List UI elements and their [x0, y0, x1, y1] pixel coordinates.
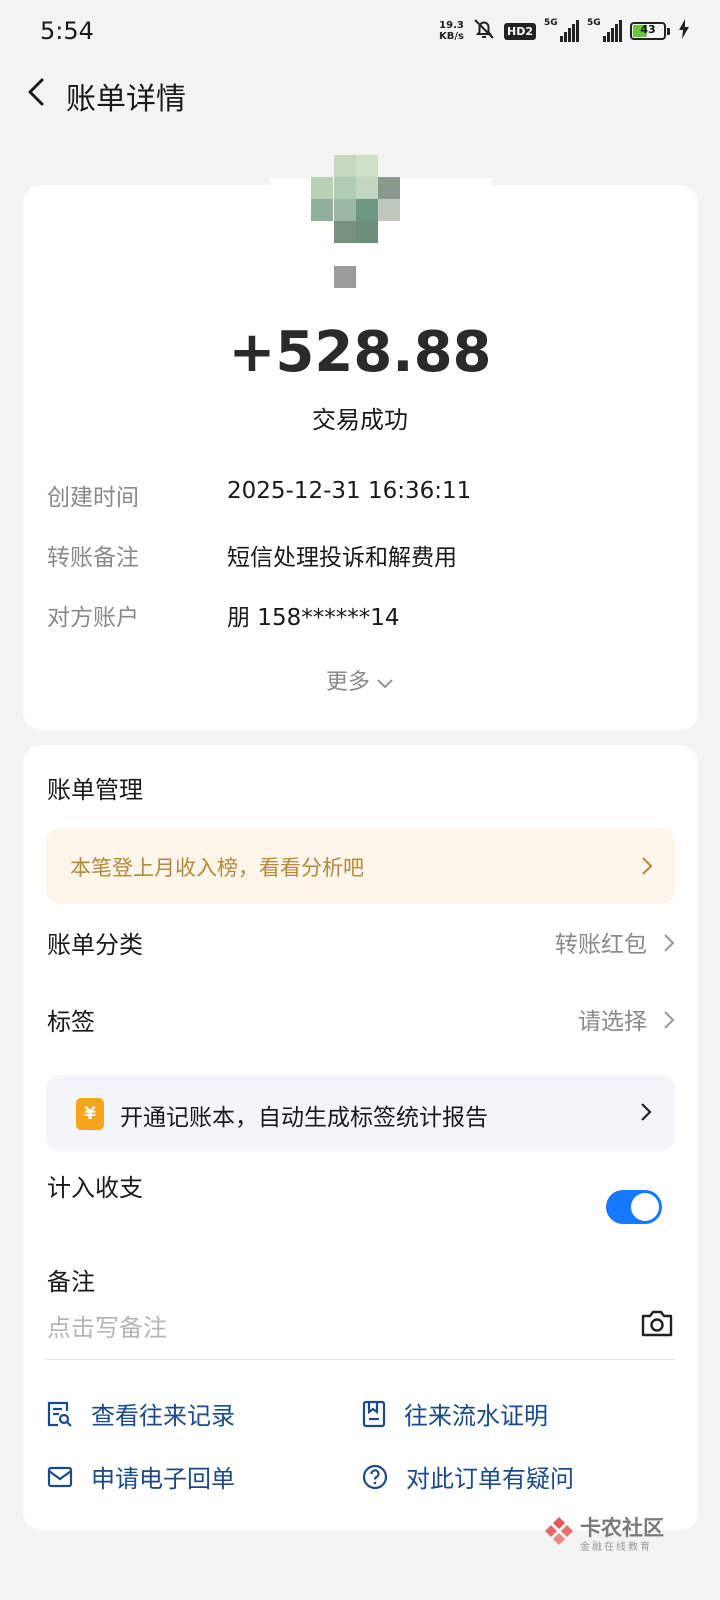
row-label: 标签: [47, 1008, 95, 1036]
records-search-icon: [47, 1401, 72, 1427]
kanong-logo-icon: [545, 1517, 573, 1545]
detail-value: 朋 158******14: [227, 605, 400, 631]
status-bar: 5:54 19.3 KB/s HD2 5G 5G 43: [0, 0, 720, 64]
income-ranking-banner[interactable]: 本笔登上月收入榜，看看分析吧: [46, 828, 675, 904]
more-button[interactable]: 更多: [0, 664, 720, 696]
detail-value: 短信处理投诉和解费用: [227, 545, 457, 571]
divider: [46, 1359, 675, 1360]
status-icons: 19.3 KB/s HD2 5G 5G 43: [439, 18, 690, 44]
detail-label: 对方账户: [47, 605, 139, 631]
signal-icon: 5G: [544, 18, 579, 42]
charging-icon: [678, 19, 690, 43]
row-value: 转账红包: [555, 932, 647, 958]
mail-receipt-icon: [47, 1466, 73, 1487]
transaction-amount: +528.88: [228, 320, 492, 385]
chevron-down-icon: [377, 679, 393, 689]
chevron-right-icon: [663, 1008, 675, 1036]
detail-value: 2025-12-31 16:36:11: [227, 478, 472, 504]
row-value: 请选择: [578, 1009, 647, 1035]
avatar: [311, 155, 401, 245]
section-title: 账单管理: [47, 776, 143, 804]
count-income-expense-row: 计入收支: [47, 1168, 675, 1202]
view-records-button[interactable]: 查看往来记录: [47, 1396, 235, 1431]
signal-icon: 5G: [587, 18, 622, 42]
remark-input[interactable]: 点击写备注: [47, 1308, 167, 1343]
chevron-right-icon: [641, 856, 653, 880]
chevron-left-icon[interactable]: [20, 74, 56, 110]
transaction-status: 交易成功: [312, 406, 408, 434]
page-title: 账单详情: [66, 82, 186, 117]
order-question-button[interactable]: 对此订单有疑问: [362, 1459, 574, 1494]
remark-row: 备注: [47, 1262, 675, 1296]
tag-row[interactable]: 标签 请选择: [47, 1002, 675, 1036]
chevron-right-icon: [639, 1101, 653, 1127]
statement-proof-button[interactable]: 往来流水证明: [362, 1396, 548, 1431]
banner-text: 本笔登上月收入榜，看看分析吧: [70, 856, 364, 880]
battery-icon: 43: [630, 22, 670, 40]
question-icon: [362, 1464, 388, 1489]
ledger-coupon-icon: ¥: [76, 1098, 104, 1130]
transaction-card: [23, 185, 698, 730]
ledger-promo-banner[interactable]: ¥ 开通记账本，自动生成标签统计报告: [46, 1075, 675, 1151]
toggle-knob: [631, 1193, 659, 1221]
watermark: 卡农社区 金融在线教育: [542, 1510, 682, 1560]
network-speed: 19.3 KB/s: [439, 20, 464, 42]
detail-label: 转账备注: [47, 545, 139, 571]
camera-icon[interactable]: [640, 1308, 674, 1342]
hd-voice-icon: HD2: [504, 22, 536, 40]
row-label: 计入收支: [47, 1174, 143, 1202]
detail-label: 创建时间: [47, 485, 139, 511]
count-income-expense-toggle[interactable]: [606, 1190, 662, 1224]
chevron-right-icon: [663, 931, 675, 959]
header: 账单详情: [0, 64, 720, 120]
watermark-subtitle: 金融在线教育: [580, 1542, 652, 1553]
mute-bell-icon: [472, 17, 496, 45]
bill-category-row[interactable]: 账单分类 转账红包: [47, 925, 675, 959]
e-receipt-button[interactable]: 申请电子回单: [47, 1459, 235, 1494]
row-label: 账单分类: [47, 931, 143, 959]
name-placeholder: [334, 266, 356, 288]
banner-text: 开通记账本，自动生成标签统计报告: [120, 1105, 488, 1131]
status-time: 5:54: [40, 17, 94, 45]
row-label: 备注: [47, 1268, 95, 1296]
statement-proof-icon: [362, 1400, 386, 1427]
